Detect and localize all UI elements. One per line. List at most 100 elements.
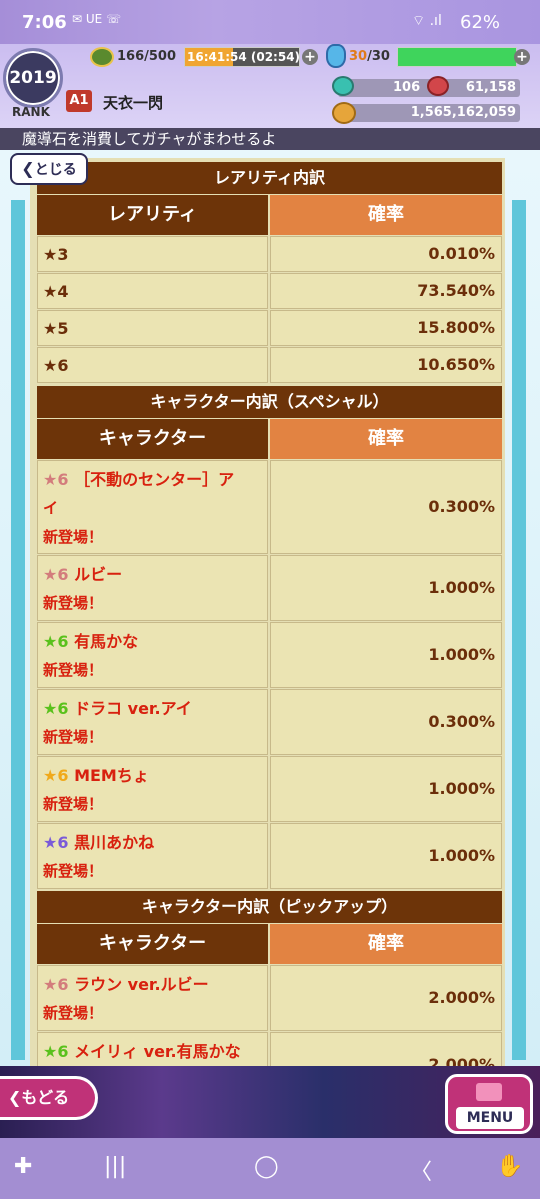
character-name-text: ラウン ver.ルビー xyxy=(74,975,209,994)
back-button[interactable]: ❮もどる xyxy=(0,1076,98,1120)
game-header: 2019 RANK 166/500 16:41:54 (02:54) + 30/… xyxy=(0,44,540,128)
player-name: 天衣一閃 xyxy=(103,94,164,112)
new-tag: 新登場！ xyxy=(43,728,104,746)
character-name-text: MEMちょ xyxy=(74,766,149,785)
left-frame xyxy=(11,200,25,1060)
character-name-text: ［不動のセンター］ア xyxy=(74,470,235,489)
rarity-row-label: ★6 xyxy=(37,347,268,383)
character-name: ★6 有馬かな xyxy=(43,632,138,651)
character-rate: 1.000% xyxy=(270,823,502,889)
rarity-label: ★6 xyxy=(43,356,69,375)
new-tag: 新登場！ xyxy=(43,528,104,546)
character-name: ★6 ドラコ ver.アイ xyxy=(43,699,192,718)
close-button-label: とじる xyxy=(34,162,77,178)
character-cell: ★6 ルビー 新登場！ xyxy=(37,555,268,621)
system-nav-bar: ✚ ||| ◯ 〈 ✋ xyxy=(0,1138,540,1199)
gem-count: 106 xyxy=(393,80,421,95)
rate-col-header: 確率 xyxy=(270,195,502,235)
gacha-rate-panel[interactable]: レアリティ内訳 レアリティ 確率 ★3 0.010% ★4 73.540% ★5… xyxy=(30,158,505,1066)
add-ap-button[interactable]: + xyxy=(514,49,530,65)
stamina-timer: 16:41:54 (02:54) xyxy=(184,47,300,67)
menu-button-label: MENU xyxy=(456,1107,524,1129)
rarity-row-label: ★5 xyxy=(37,310,268,346)
character-name-text: ルビー xyxy=(74,565,123,584)
chevron-left-icon: ❮ xyxy=(8,1088,22,1107)
character-name: ★6 メイリィ ver.有馬かな xyxy=(43,1042,241,1061)
rarity-row-label: ★4 xyxy=(37,273,268,309)
close-button[interactable]: ❮とじる xyxy=(10,153,88,185)
rarity-row-label: ★3 xyxy=(37,236,268,272)
rate-col-header: 確率 xyxy=(270,419,502,459)
character-col-header: キャラクター xyxy=(37,924,268,964)
character-cell: ★6 メイリィ ver.有馬かな xyxy=(37,1032,268,1066)
character-cell: ★6 ラウン ver.ルビー 新登場！ xyxy=(37,965,268,1031)
rarity-label: ★5 xyxy=(43,319,69,338)
rank-label: RANK xyxy=(12,105,50,119)
character-name: ★6 ［不動のセンター］ア xyxy=(43,470,234,489)
character-cell: ★6 ［不動のセンター］ア イ 新登場！ xyxy=(37,460,268,554)
special-section-title: キャラクター内訳（スペシャル） xyxy=(37,386,502,418)
add-stamina-button[interactable]: + xyxy=(302,49,318,65)
character-rate: 2.000% xyxy=(270,965,502,1031)
character-rate: 0.300% xyxy=(270,460,502,554)
character-name: ★6 ラウン ver.ルビー xyxy=(43,975,209,994)
rarity-star-icon: ★6 xyxy=(43,565,69,584)
rarity-star-icon: ★6 xyxy=(43,833,69,852)
potion-icon xyxy=(326,44,346,68)
stamina-timer-text: 16:41:54 (02:54) xyxy=(187,50,301,64)
character-name-text: ドラコ ver.アイ xyxy=(74,699,192,718)
rarity-row-rate: 73.540% xyxy=(270,273,502,309)
message-bar: 魔導石を消費してガチャがまわせるよ xyxy=(0,128,540,150)
character-name: ★6 ルビー xyxy=(43,565,122,584)
rarity-row-rate: 0.010% xyxy=(270,236,502,272)
rank-value: 2019 xyxy=(9,68,57,88)
ap-value: 30/30 xyxy=(349,49,390,64)
recents-button[interactable]: ||| xyxy=(104,1154,126,1179)
character-rate: 1.000% xyxy=(270,555,502,621)
menu-button[interactable]: MENU xyxy=(445,1074,533,1134)
pickup-section-title: キャラクター内訳（ピックアップ） xyxy=(37,891,502,923)
wifi-signal-icon: ⌔ .ıl xyxy=(412,13,442,29)
ap-gauge xyxy=(397,47,517,67)
stamina-icon xyxy=(90,47,114,67)
ap-current: 30 xyxy=(349,49,368,64)
character-cell: ★6 有馬かな 新登場！ xyxy=(37,622,268,688)
rarity-section-title: レアリティ内訳 xyxy=(37,162,502,194)
accessibility-icon[interactable]: ✋ xyxy=(496,1154,523,1179)
character-name-text: 黒川あかね xyxy=(74,833,155,852)
meat-icon xyxy=(427,76,449,96)
rarity-star-icon: ★6 xyxy=(43,975,69,994)
rate-col-header: 確率 xyxy=(270,924,502,964)
rank-badge[interactable]: 2019 xyxy=(3,48,63,108)
character-name-text: メイリィ ver.有馬かな xyxy=(74,1042,241,1061)
rarity-row-rate: 10.650% xyxy=(270,347,502,383)
meat-count: 61,158 xyxy=(465,80,516,95)
character-rate: 2.000% xyxy=(270,1032,502,1066)
new-tag: 新登場！ xyxy=(43,795,104,813)
rarity-star-icon: ★6 xyxy=(43,1042,69,1061)
character-name-cont: イ xyxy=(43,499,59,517)
new-tag: 新登場！ xyxy=(43,862,104,880)
battery-level: 62% xyxy=(460,12,501,33)
chevron-left-icon: ❮ xyxy=(21,159,35,178)
ap-max: /30 xyxy=(367,49,390,64)
menu-grid-icon xyxy=(476,1083,502,1101)
character-col-header: キャラクター xyxy=(37,419,268,459)
character-rate: 0.300% xyxy=(270,689,502,755)
character-rate: 1.000% xyxy=(270,622,502,688)
rarity-col-header: レアリティ xyxy=(37,195,268,235)
rarity-label: ★3 xyxy=(43,245,69,264)
coin-count: 1,565,162,059 xyxy=(410,105,516,120)
rarity-star-icon: ★6 xyxy=(43,632,69,651)
right-frame xyxy=(512,200,526,1060)
game-controller-icon[interactable]: ✚ xyxy=(14,1154,32,1179)
home-button[interactable]: ◯ xyxy=(254,1154,279,1179)
new-tag: 新登場！ xyxy=(43,1004,104,1022)
player-class-badge: A1 xyxy=(66,90,92,112)
coin-icon xyxy=(332,102,356,124)
nav-back-button[interactable]: 〈 xyxy=(410,1154,432,1186)
character-rate: 1.000% xyxy=(270,756,502,822)
status-bar: 7:06 ✉ UE ☏ ⌔ .ıl 62% xyxy=(0,0,540,44)
rarity-star-icon: ★6 xyxy=(43,766,69,785)
character-cell: ★6 MEMちょ 新登場！ xyxy=(37,756,268,822)
